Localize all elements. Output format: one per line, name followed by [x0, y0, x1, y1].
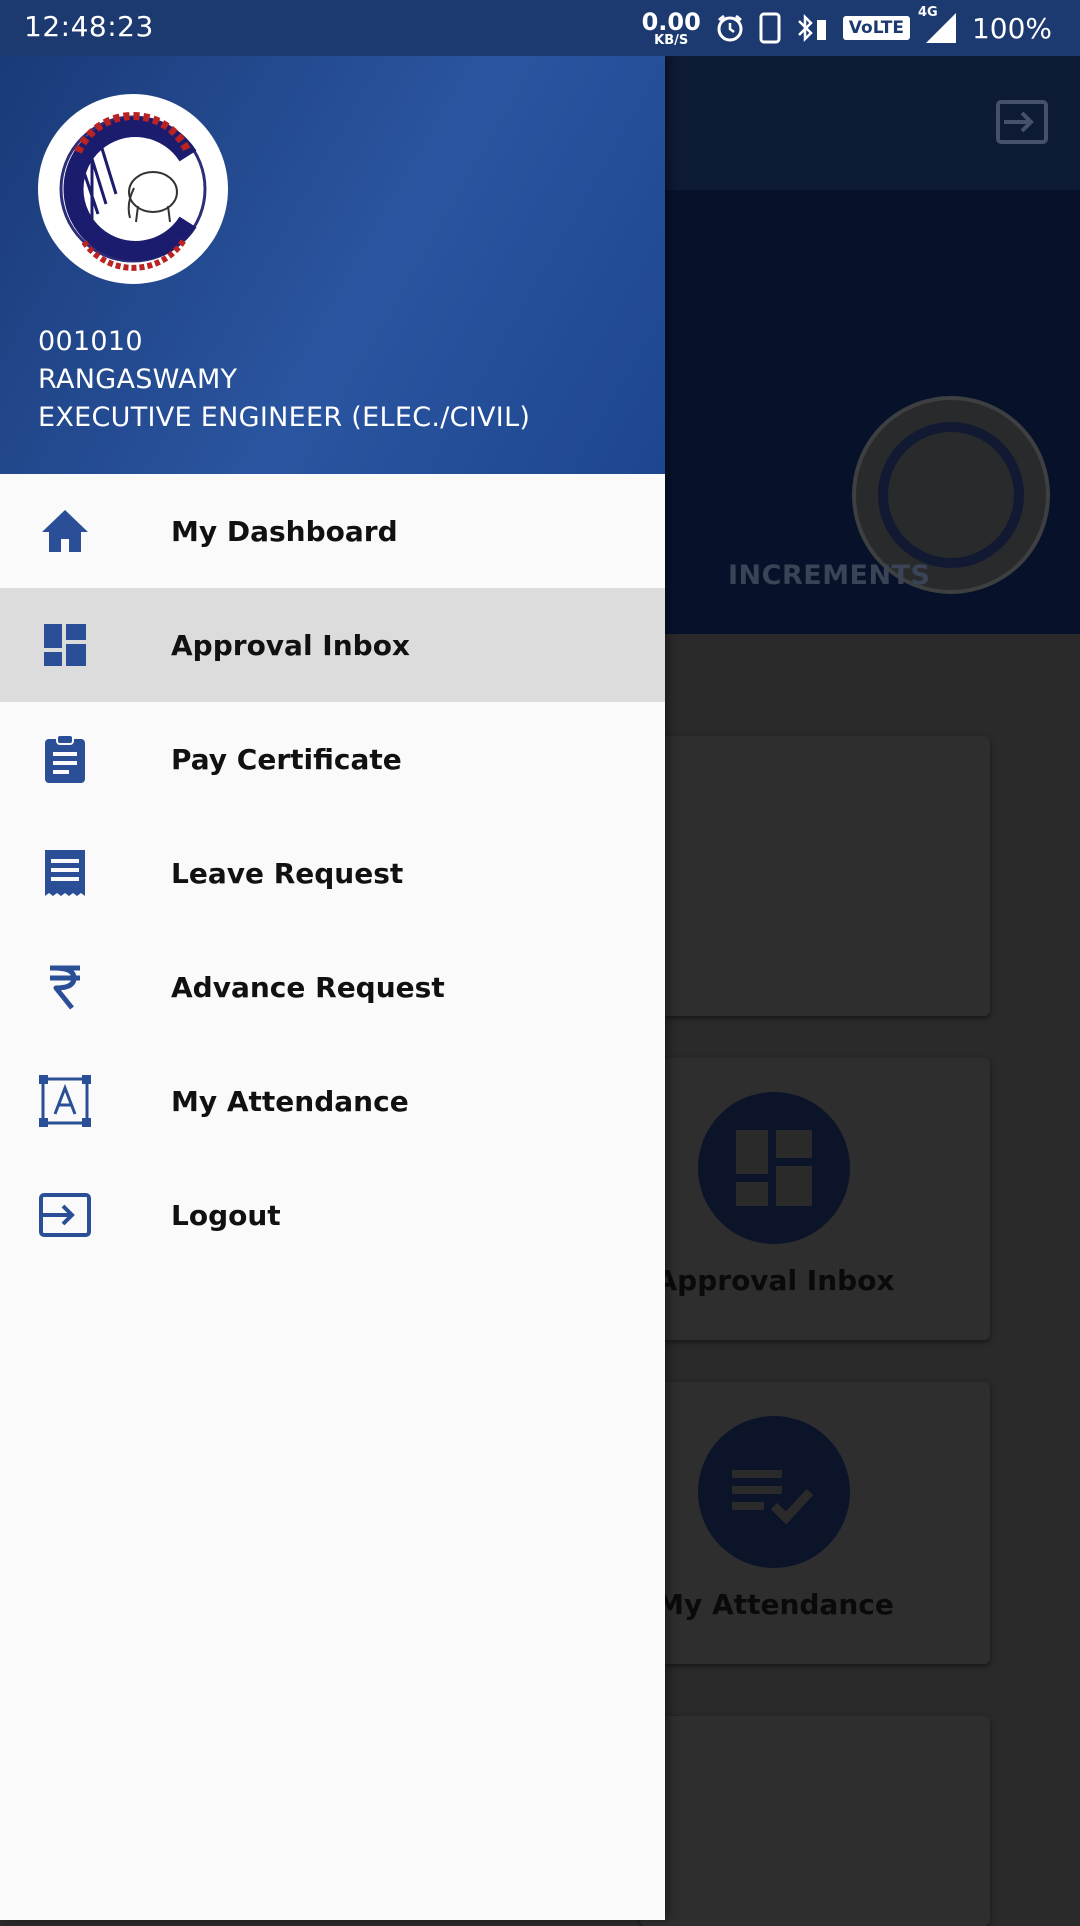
company-logo	[38, 94, 228, 284]
navigation-drawer: 001010 RANGASWAMY EXECUTIVE ENGINEER (EL…	[0, 56, 665, 1920]
menu-item-my-attendance[interactable]: My Attendance	[0, 1044, 665, 1158]
exit-icon	[996, 100, 1048, 144]
background-card-attendance: My Attendance	[640, 1382, 990, 1664]
battery-level: 100%	[971, 11, 1052, 45]
drawer-header: 001010 RANGASWAMY EXECUTIVE ENGINEER (EL…	[0, 56, 665, 474]
menu-item-approval-inbox[interactable]: Approval Inbox	[0, 588, 665, 702]
menu-item-advance-request[interactable]: Advance Request	[0, 930, 665, 1044]
menu-item-leave-request[interactable]: Leave Request	[0, 816, 665, 930]
status-icons: 0.00 KB/S VoLTE 4G 100%	[641, 5, 1052, 48]
checklist-icon	[698, 1416, 850, 1568]
menu-item-label: Leave Request	[171, 856, 404, 890]
home-icon	[38, 506, 92, 556]
background-card	[640, 736, 990, 1016]
menu-item-label: Approval Inbox	[171, 628, 410, 662]
menu-item-label: Logout	[171, 1198, 281, 1232]
drawer-menu: My Dashboard Approval Inbox Pay Certific…	[0, 474, 665, 1272]
vibrate-phone-icon	[759, 12, 781, 44]
logout-icon	[38, 1190, 92, 1240]
clipboard-icon	[38, 734, 92, 784]
background-card-label: My Attendance	[656, 1588, 894, 1621]
employee-name: RANGASWAMY	[38, 364, 238, 395]
background-card-label: Approval Inbox	[655, 1264, 895, 1297]
network-speed: 0.00 KB/S	[641, 7, 701, 48]
menu-item-logout[interactable]: Logout	[0, 1158, 665, 1272]
background-card	[640, 1716, 990, 1926]
alarm-icon	[717, 14, 743, 42]
employee-id: 001010	[38, 326, 143, 357]
menu-item-label: Pay Certificate	[171, 742, 402, 776]
background-card-approval: Approval Inbox	[640, 1058, 990, 1340]
increments-tab: INCREMENTS	[728, 560, 931, 591]
status-bar: 12:48:23 0.00 KB/S VoLTE 4G 100%	[0, 0, 1080, 56]
menu-item-label: My Attendance	[171, 1084, 409, 1118]
menu-item-label: My Dashboard	[171, 514, 398, 548]
signal-icon: 4G	[918, 5, 958, 45]
menu-item-pay-certificate[interactable]: Pay Certificate	[0, 702, 665, 816]
attendance-icon	[38, 1075, 92, 1127]
volte-badge: VoLTE	[842, 16, 910, 40]
dashboard-icon	[38, 620, 92, 670]
bluetooth-battery-icon	[797, 13, 826, 43]
receipt-icon	[38, 848, 92, 898]
menu-item-my-dashboard[interactable]: My Dashboard	[0, 474, 665, 588]
clock: 12:48:23	[24, 10, 154, 43]
dashboard-icon	[698, 1092, 850, 1244]
rupee-icon	[38, 962, 92, 1012]
employee-designation: EXECUTIVE ENGINEER (ELEC./CIVIL)	[38, 402, 531, 433]
menu-item-label: Advance Request	[171, 970, 445, 1004]
